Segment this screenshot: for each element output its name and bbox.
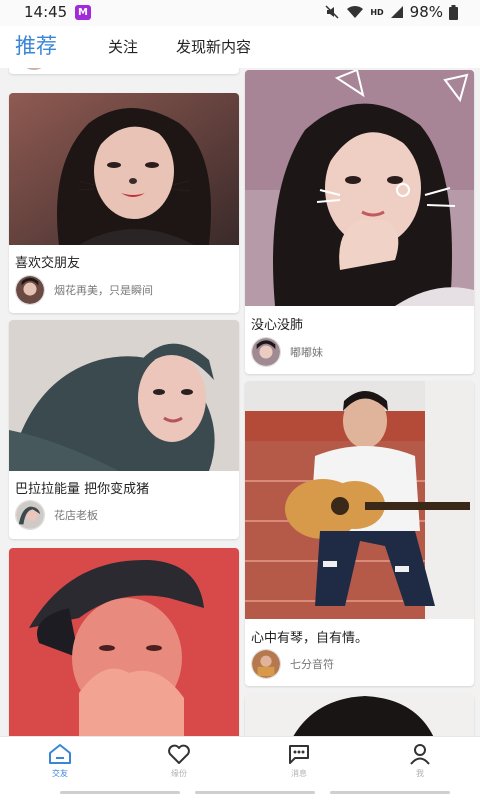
nav-fate[interactable]: 缘份: [149, 743, 209, 779]
battery-percent: 98%: [409, 3, 443, 21]
feed-card[interactable]: 没心没肺 嘟嘟妹: [245, 70, 474, 374]
author-name: 花店老板: [54, 509, 98, 522]
wifi-icon: [347, 5, 364, 18]
battery-icon: [449, 4, 458, 20]
signal-icon: [390, 6, 403, 18]
gesture-bar: [60, 791, 180, 794]
feed-card[interactable]: [245, 694, 474, 736]
status-time: 14:45: [24, 3, 68, 21]
post-author[interactable]: 烟花再美，只是瞬间: [15, 275, 153, 305]
feed[interactable]: 喜欢交朋友 烟花再美，只是瞬间 没心没肺 嘟嘟妹 巴拉拉能量 把你变成猪 花店老…: [0, 68, 480, 736]
nav-messages[interactable]: 消息: [269, 743, 329, 779]
message-icon: [289, 745, 309, 764]
home-icon: [49, 744, 71, 764]
post-caption: 心中有琴，自有情。: [251, 631, 369, 646]
feed-card[interactable]: 喜欢交朋友 烟花再美，只是瞬间: [9, 93, 239, 313]
post-photo: [245, 694, 474, 736]
nav-label: 交友: [52, 769, 68, 778]
feed-card[interactable]: [9, 548, 239, 736]
post-caption: 喜欢交朋友: [15, 256, 81, 271]
nav-me[interactable]: 我: [390, 743, 450, 779]
avatar: [15, 275, 45, 305]
bottom-nav: 交友 缘份 消息 我: [0, 736, 480, 800]
status-indicators: HD 98%: [324, 3, 458, 21]
gesture-bar: [195, 791, 315, 794]
heart-icon: [168, 744, 190, 764]
post-photo: [9, 320, 239, 471]
feed-card[interactable]: 巴拉拉能量 把你变成猪 花店老板: [9, 320, 239, 539]
avatar: [251, 337, 281, 367]
user-icon: [410, 744, 430, 765]
avatar: [251, 649, 281, 679]
author-name: 七分音符: [290, 658, 334, 671]
tab-discover[interactable]: 发现新内容: [176, 36, 251, 57]
author-name: 嘟嘟妹: [290, 346, 323, 359]
tab-follow[interactable]: 关注: [108, 36, 138, 57]
post-author[interactable]: 嘟嘟妹: [251, 337, 323, 367]
post-photo: [9, 548, 239, 736]
avatar: [15, 500, 45, 530]
post-photo: [9, 93, 239, 245]
top-tabs: 推荐 关注 发现新内容: [0, 26, 480, 68]
post-author[interactable]: 七分音符: [251, 649, 334, 679]
post-author[interactable]: 花店老板: [15, 500, 98, 530]
feed-card[interactable]: 心中有琴，自有情。 七分音符: [245, 381, 474, 686]
status-bar: 14:45 M HD 98%: [0, 0, 480, 26]
gesture-bar: [330, 791, 450, 794]
avatar: [19, 68, 49, 70]
app-notification-icon: M: [75, 5, 91, 20]
network-type: HD: [370, 7, 384, 17]
mute-icon: [325, 5, 339, 19]
nav-label: 缘份: [171, 769, 187, 778]
post-caption: 没心没肺: [251, 318, 304, 333]
author-name: 烟花再美，只是瞬间: [54, 284, 153, 297]
post-caption: 巴拉拉能量 把你变成猪: [15, 482, 150, 497]
feed-card-partial[interactable]: [9, 68, 239, 74]
tab-recommend[interactable]: 推荐: [15, 30, 57, 60]
nav-label: 我: [416, 769, 424, 778]
nav-friends[interactable]: 交友: [30, 743, 90, 779]
nav-label: 消息: [291, 769, 307, 778]
post-photo: [245, 381, 474, 619]
post-photo: [245, 70, 474, 306]
